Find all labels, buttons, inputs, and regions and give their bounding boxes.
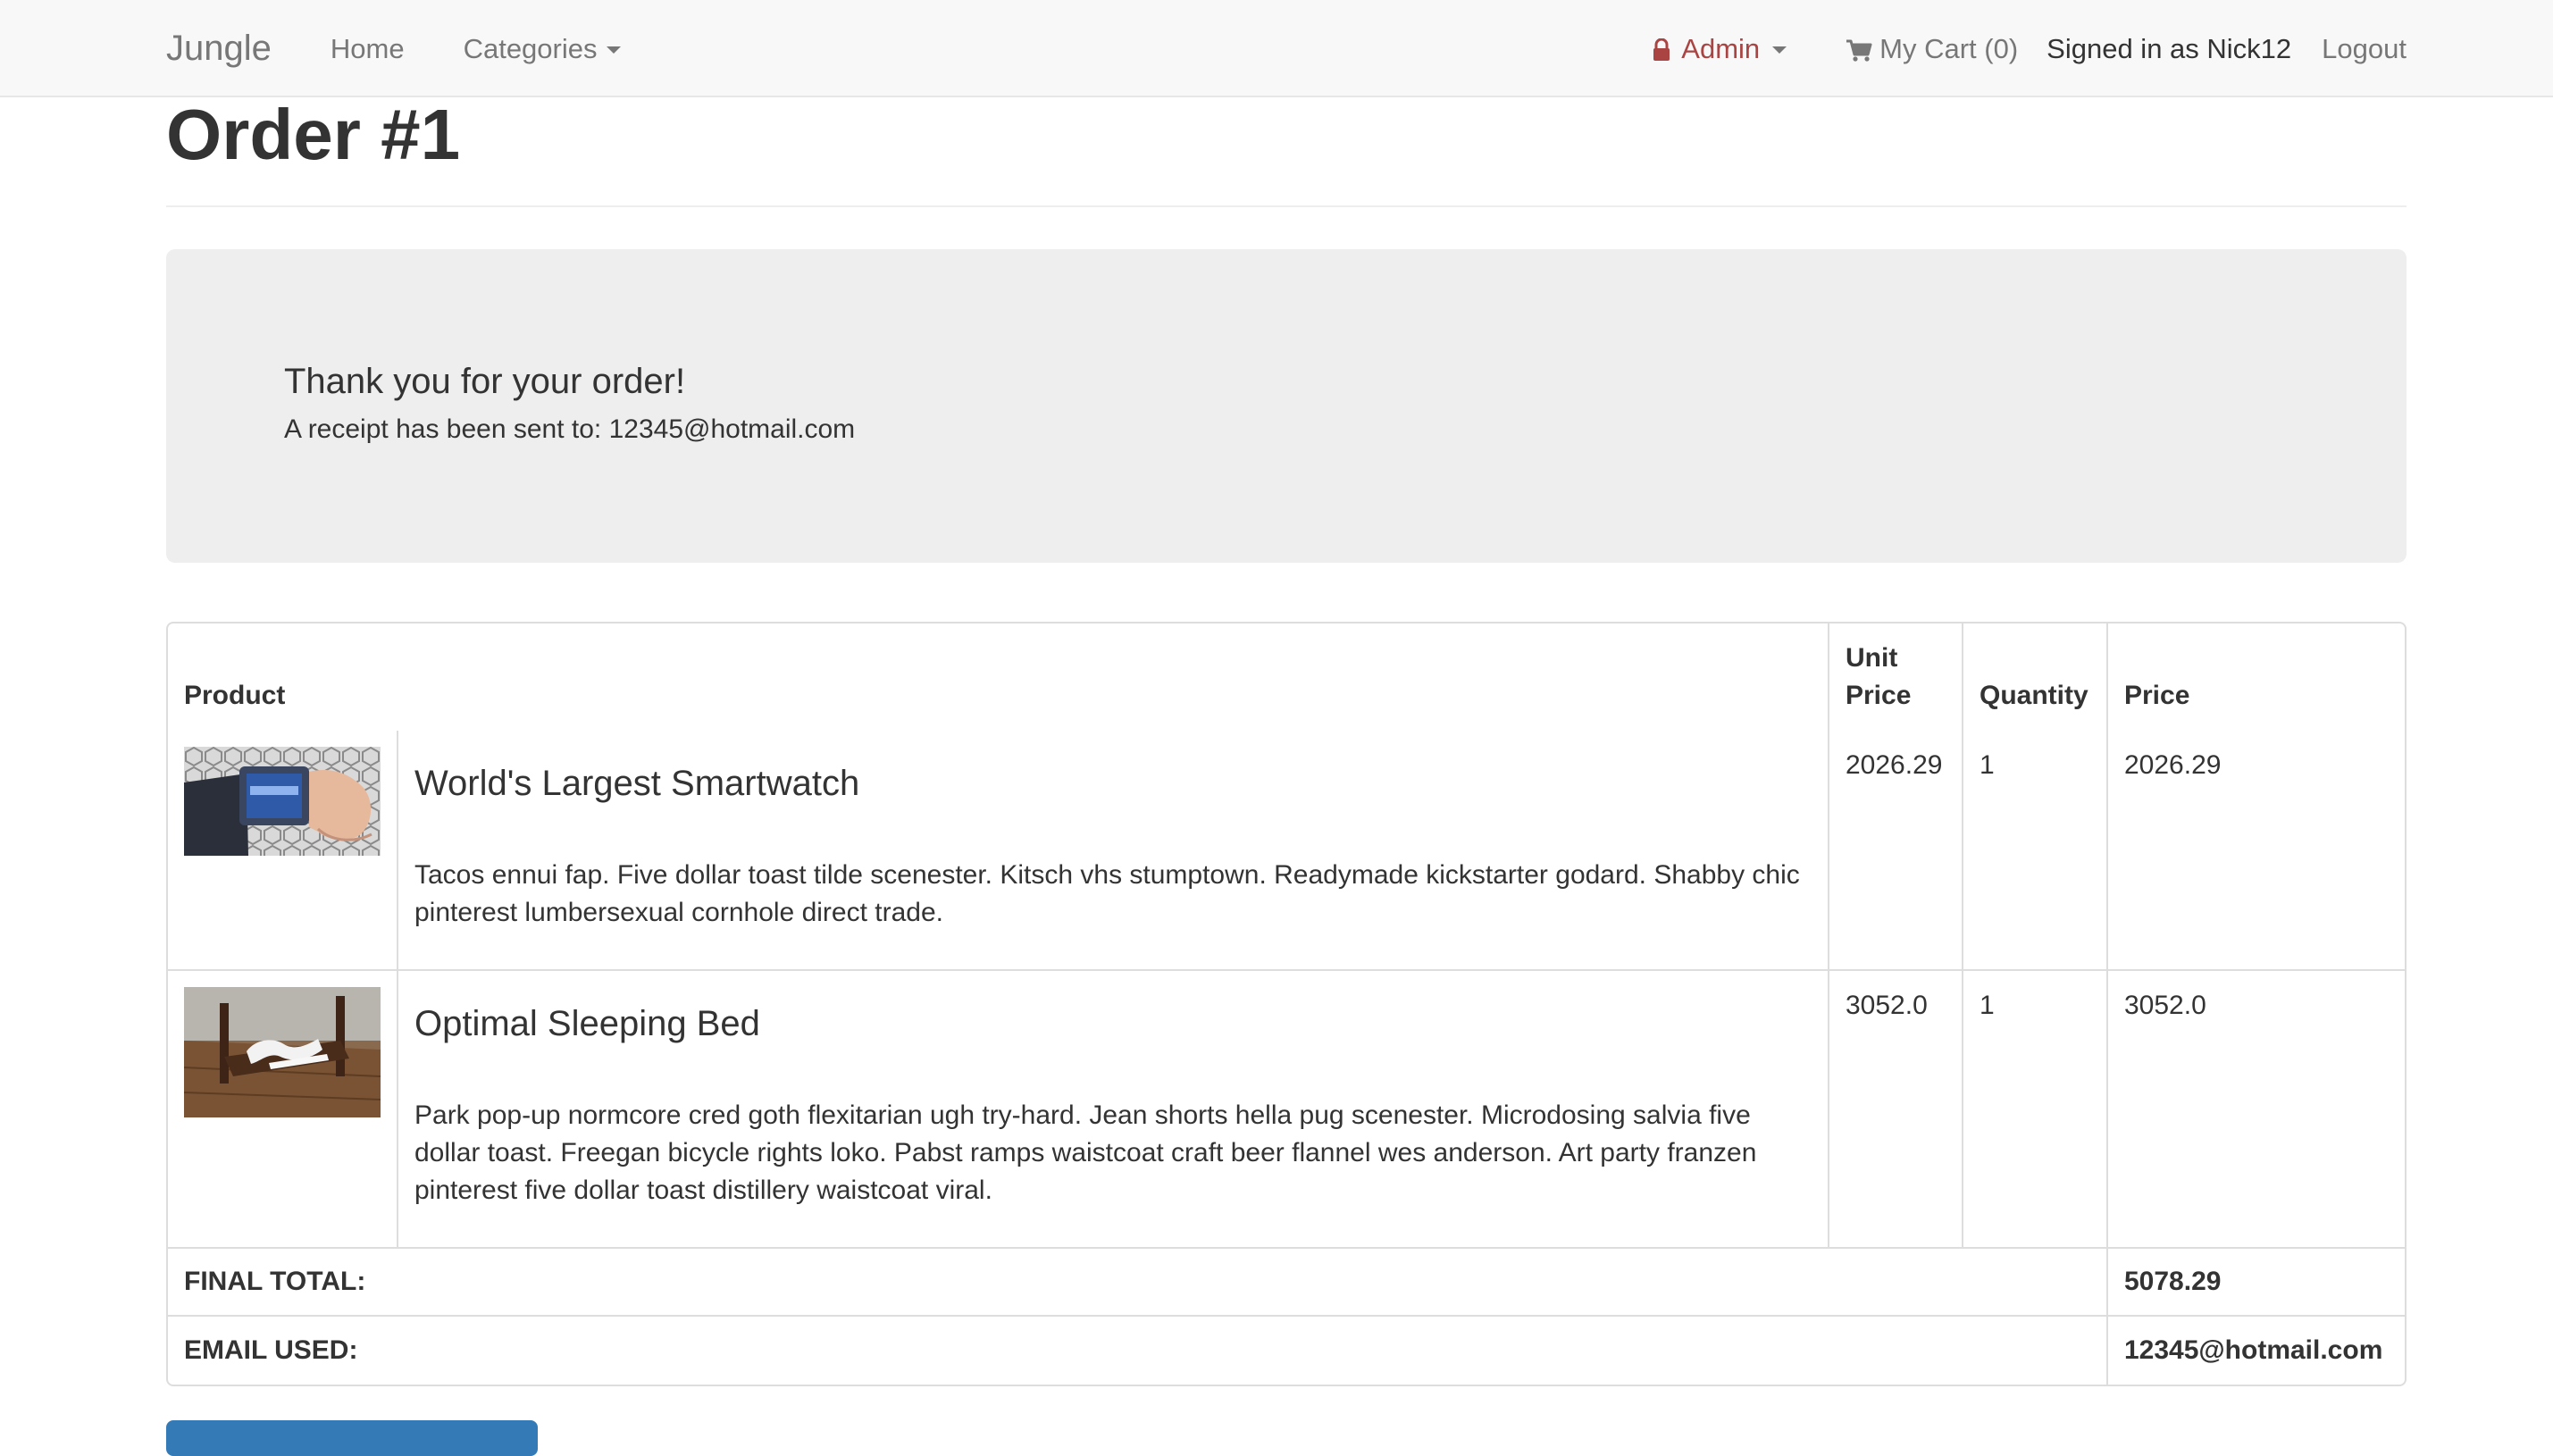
product-image-cell bbox=[168, 731, 398, 971]
email-used-label: EMAIL USED: bbox=[168, 1317, 2108, 1385]
header-price: Price bbox=[2124, 681, 2190, 710]
lock-icon bbox=[1653, 36, 1674, 63]
nav-categories-label: Categories bbox=[463, 32, 598, 64]
table-row: World's Largest Smartwatch Tacos ennui f… bbox=[168, 731, 2405, 971]
product-details-cell: Optimal Sleeping Bed Park pop-up normcor… bbox=[398, 971, 1829, 1249]
product-description: Park pop-up normcore cred goth flexitari… bbox=[414, 1100, 1757, 1205]
final-total-row: FINAL TOTAL: 5078.29 bbox=[168, 1249, 2405, 1317]
confirmation-heading: Thank you for your order! bbox=[284, 362, 686, 401]
header-quantity: Quantity bbox=[1963, 623, 2108, 731]
caret-down-icon bbox=[606, 46, 621, 54]
admin-dropdown[interactable]: Admin bbox=[1653, 33, 1787, 65]
quantity-cell: 1 bbox=[1963, 971, 2108, 1249]
header-unit-price: Unit Price bbox=[1829, 623, 1963, 731]
title-divider bbox=[166, 205, 2407, 207]
final-total-label: FINAL TOTAL: bbox=[168, 1249, 2108, 1317]
nav-home-link[interactable]: Home bbox=[331, 33, 405, 65]
caret-down-icon bbox=[1772, 46, 1787, 54]
logout-link[interactable]: Logout bbox=[2322, 33, 2407, 65]
my-cart-link[interactable]: My Cart (0) bbox=[1846, 33, 2018, 65]
product-image-cell bbox=[168, 971, 398, 1249]
order-confirmation-panel: Thank you for your order! A receipt has … bbox=[166, 249, 2407, 563]
email-used-row: EMAIL USED: 12345@hotmail.com bbox=[168, 1317, 2405, 1385]
price-cell: 3052.0 bbox=[2108, 971, 2405, 1249]
product-description: Tacos ennui fap. Five dollar toast tilde… bbox=[414, 860, 1800, 927]
unit-price-cell: 3052.0 bbox=[1829, 971, 1963, 1249]
navbar-right: Admin My Cart (0) Signed in as Nick12 Lo… bbox=[1653, 33, 2407, 65]
page-title: Order #1 bbox=[166, 95, 461, 174]
email-used-value: 12345@hotmail.com bbox=[2124, 1335, 2383, 1365]
header-product: Product bbox=[168, 623, 1829, 731]
navbar: Jungle Home Categories Admin My Cart (0)… bbox=[0, 0, 2553, 97]
table-row: Optimal Sleeping Bed Park pop-up normcor… bbox=[168, 971, 2405, 1249]
quantity-cell: 1 bbox=[1963, 731, 2108, 971]
product-name[interactable]: World's Largest Smartwatch bbox=[414, 761, 1812, 806]
bed-product-image bbox=[184, 987, 381, 1117]
nav-home-label: Home bbox=[330, 32, 405, 64]
brand-logo[interactable]: Jungle bbox=[166, 29, 272, 69]
signed-in-text: Signed in as Nick12 bbox=[2047, 32, 2292, 64]
product-details-cell: World's Largest Smartwatch Tacos ennui f… bbox=[398, 731, 1829, 971]
receipt-message: A receipt has been sent to: 12345@hotmai… bbox=[284, 414, 856, 444]
unit-price-cell: 2026.29 bbox=[1829, 731, 1963, 971]
admin-label: Admin bbox=[1681, 32, 1761, 64]
primary-action-button[interactable] bbox=[166, 1420, 538, 1456]
smartwatch-product-image bbox=[184, 747, 381, 856]
final-total-value: 5078.29 bbox=[2108, 1249, 2405, 1317]
my-cart-label: My Cart (0) bbox=[1879, 32, 2019, 64]
product-name[interactable]: Optimal Sleeping Bed bbox=[414, 1001, 1812, 1046]
shopping-cart-icon bbox=[1846, 38, 1872, 62]
navbar-inner: Jungle Home Categories Admin My Cart (0)… bbox=[166, 0, 2407, 97]
table-header-row: Product Unit Price Quantity Price bbox=[168, 623, 2405, 731]
price-cell: 2026.29 bbox=[2108, 731, 2405, 971]
nav-categories-dropdown[interactable]: Categories bbox=[464, 33, 621, 65]
order-items-table: Product Unit Price Quantity Price World'… bbox=[166, 622, 2407, 1386]
